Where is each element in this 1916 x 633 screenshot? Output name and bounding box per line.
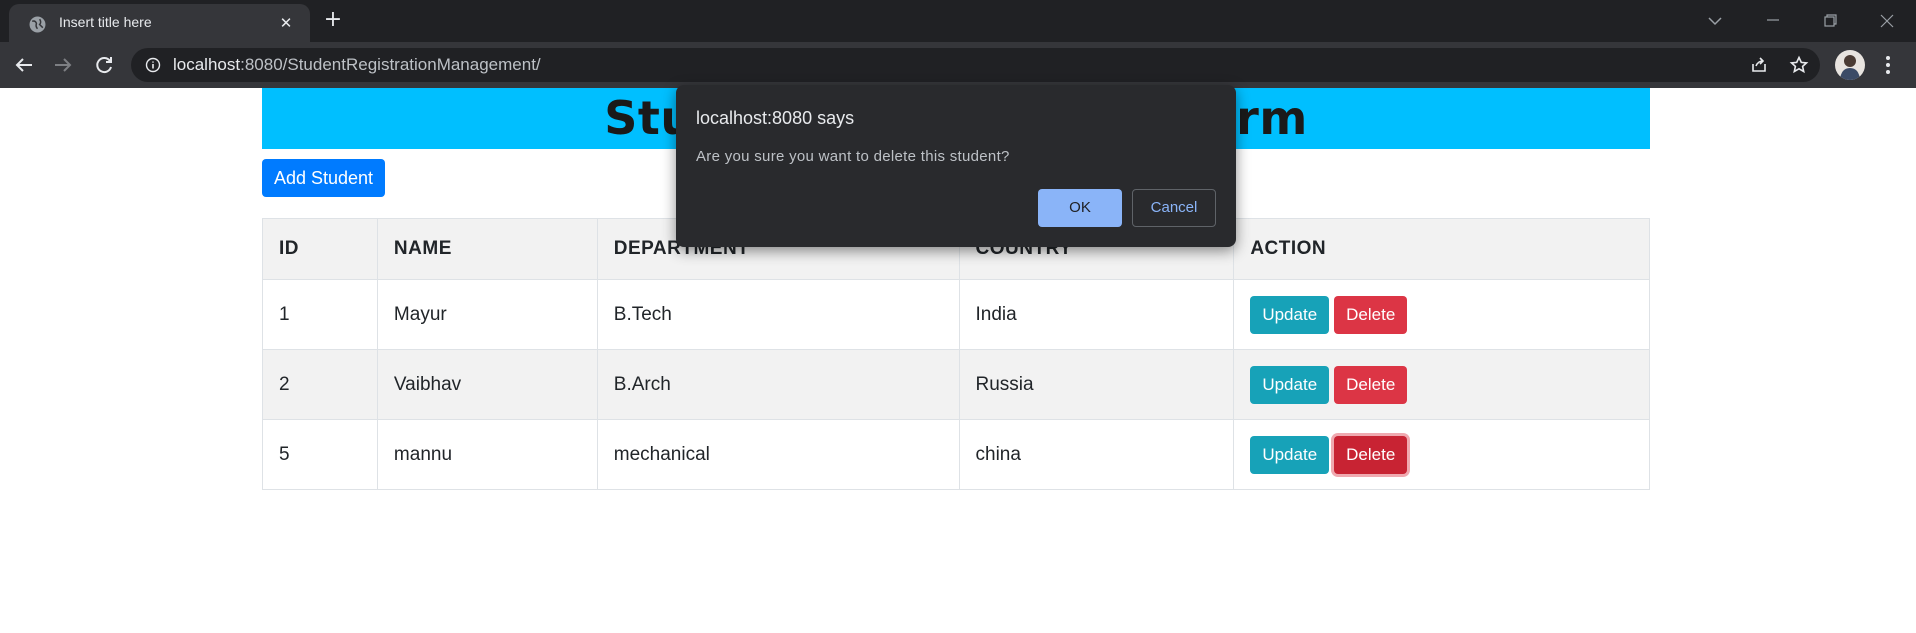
close-window-icon[interactable] [1872, 10, 1902, 32]
profile-avatar[interactable] [1835, 50, 1865, 80]
share-icon[interactable] [1749, 55, 1769, 75]
cell-id: 1 [262, 279, 378, 350]
tab-close-icon[interactable]: ✕ [277, 14, 295, 32]
table-row: 2 Vaibhav B.Arch Russia Update Delete [262, 349, 1650, 420]
tab-title: Insert title here [59, 14, 152, 30]
cell-action: Update Delete [1233, 279, 1650, 350]
cell-name: Mayur [376, 279, 598, 350]
reload-icon[interactable] [90, 51, 118, 79]
url-text: localhost:8080/StudentRegistrationManage… [173, 55, 541, 74]
delete-button[interactable]: Delete [1334, 365, 1408, 404]
cell-name: mannu [376, 419, 598, 490]
header-id: ID [262, 218, 378, 280]
bookmark-star-icon[interactable] [1789, 55, 1809, 75]
globe-icon [29, 16, 46, 33]
cell-action: Update Delete [1233, 419, 1650, 490]
update-button[interactable]: Update [1250, 365, 1330, 404]
students-table: ID NAME DEPARTMENT COUNTRY ACTION 1 Mayu… [262, 218, 1650, 490]
cell-country: Russia [958, 349, 1235, 420]
delete-button[interactable]: Delete [1334, 295, 1408, 334]
table-row: 5 mannu mechanical china Update Delete [262, 419, 1650, 490]
cell-id: 2 [262, 349, 378, 420]
cell-department: B.Arch [596, 349, 960, 420]
header-name: NAME [376, 218, 598, 280]
dialog-ok-button[interactable]: OK [1038, 189, 1122, 227]
update-button[interactable]: Update [1250, 435, 1330, 474]
add-student-button[interactable]: Add Student [262, 159, 385, 197]
confirm-dialog: localhost:8080 says Are you sure you wan… [676, 85, 1236, 247]
minimize-icon[interactable] [1758, 10, 1788, 32]
info-icon[interactable] [145, 57, 161, 73]
cell-id: 5 [262, 419, 378, 490]
delete-button[interactable]: Delete [1334, 435, 1408, 474]
cell-department: B.Tech [596, 279, 960, 350]
table-row: 1 Mayur B.Tech India Update Delete [262, 279, 1650, 350]
browser-tab[interactable]: Insert title here ✕ [9, 4, 310, 42]
dialog-title: localhost:8080 says [696, 108, 855, 128]
address-bar[interactable]: localhost:8080/StudentRegistrationManage… [131, 48, 1820, 82]
avatar-icon [1840, 55, 1860, 80]
browser-toolbar: localhost:8080/StudentRegistrationManage… [0, 42, 1916, 88]
browser-tabstrip: Insert title here ✕ + [0, 0, 1916, 42]
dialog-message: Are you sure you want to delete this stu… [696, 148, 1010, 165]
menu-kebab-icon[interactable] [1880, 52, 1896, 78]
header-action: ACTION [1233, 218, 1650, 280]
cell-country: china [958, 419, 1235, 490]
back-arrow-icon[interactable] [10, 51, 38, 79]
forward-arrow-icon[interactable] [49, 51, 77, 79]
restore-icon[interactable] [1815, 10, 1845, 32]
update-button[interactable]: Update [1250, 295, 1330, 334]
tab-search-icon[interactable] [1700, 10, 1730, 32]
cell-department: mechanical [596, 419, 960, 490]
cell-country: India [958, 279, 1235, 350]
cell-action: Update Delete [1233, 349, 1650, 420]
new-tab-icon[interactable]: + [320, 9, 346, 32]
dialog-cancel-button[interactable]: Cancel [1132, 189, 1216, 227]
cell-name: Vaibhav [376, 349, 598, 420]
